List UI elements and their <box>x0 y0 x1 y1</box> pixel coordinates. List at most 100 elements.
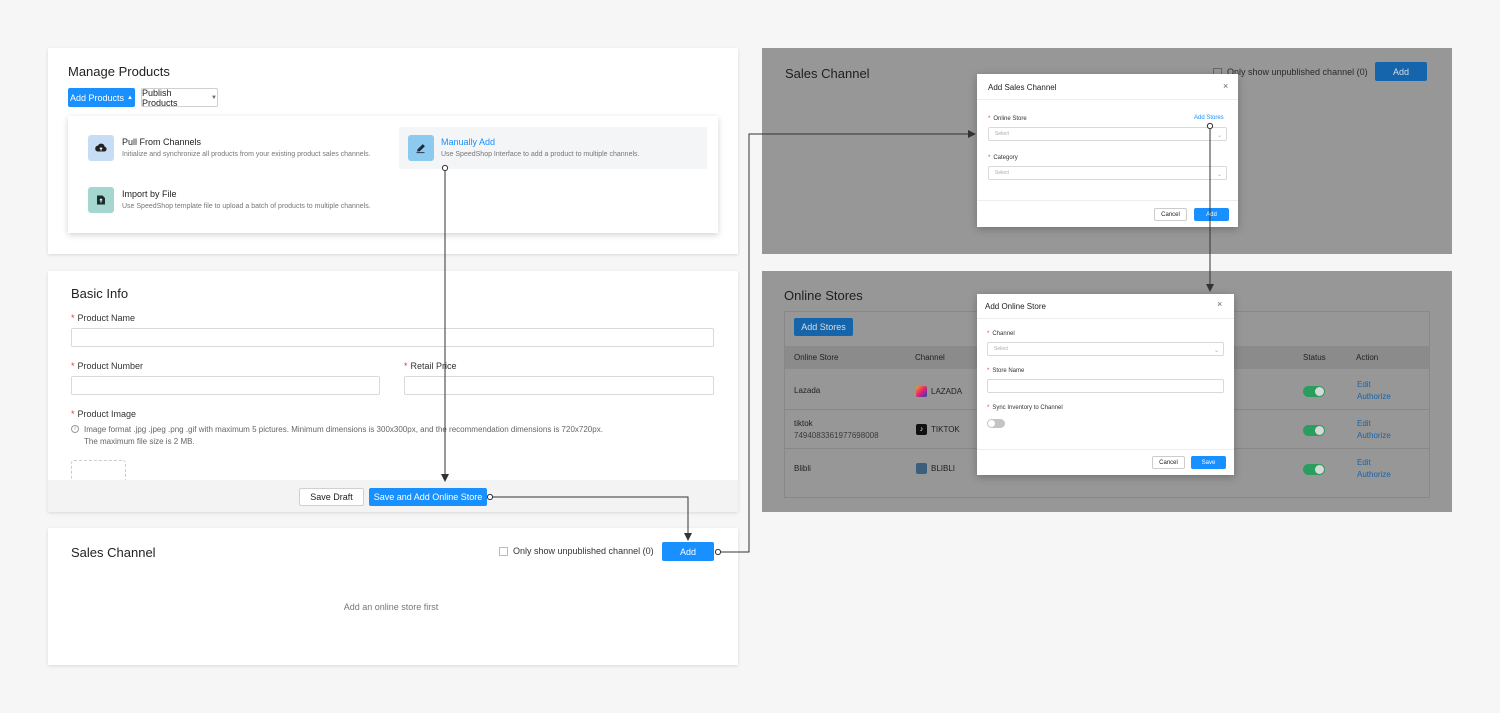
chevron-down-icon: ⌄ <box>1216 133 1222 139</box>
row3-store: Blibli <box>794 464 811 473</box>
sales-channel-card: Sales Channel Only show unpublished chan… <box>48 528 738 665</box>
caret-down-icon: ▼ <box>211 94 217 101</box>
sync-inventory-toggle[interactable] <box>987 419 1005 428</box>
image-hint-line2: The maximum file size is 2 MB. <box>84 437 195 446</box>
pen-icon <box>408 135 434 161</box>
retail-price-label-text: Retail Price <box>410 361 457 371</box>
product-number-label-text: Product Number <box>77 361 144 371</box>
manage-products-card: Manage Products Add Products ▲ Publish P… <box>48 48 738 254</box>
retail-price-label: * Retail Price <box>404 361 457 371</box>
modal-footer-divider <box>977 200 1238 201</box>
close-icon[interactable]: × <box>1223 81 1228 91</box>
sales-channel-add-button[interactable]: Add <box>662 542 714 561</box>
col-channel: Channel <box>915 353 945 362</box>
basic-info-card: Basic Info * Product Name * Product Number… <box>48 271 738 512</box>
sales-channel-title: Sales Channel <box>71 545 156 560</box>
modal-header-divider <box>977 99 1238 100</box>
modal-cancel-button[interactable]: Cancel <box>1154 208 1187 221</box>
product-number-input[interactable] <box>71 376 380 395</box>
row2-status-toggle[interactable] <box>1303 425 1325 436</box>
product-image-label-text: Product Image <box>77 409 137 419</box>
row3-edit-link[interactable]: Edit <box>1357 458 1371 467</box>
menu-item-import-by-file[interactable]: Import by File Use SpeedShop template fi… <box>76 176 386 220</box>
online-store-select[interactable]: Select ⌄ <box>988 127 1227 141</box>
chevron-down-icon: ⌄ <box>1216 172 1222 178</box>
overlay-unpublished-label: Only show unpublished channel (0) <box>1227 67 1368 77</box>
add-stores-button[interactable]: Add Stores <box>794 318 853 336</box>
publish-products-button[interactable]: Publish Products ▼ <box>141 87 218 108</box>
online-store-label: * Online Store <box>988 116 1027 122</box>
channel-select[interactable]: Select ⌄ <box>987 342 1224 356</box>
basic-info-title: Basic Info <box>71 286 129 301</box>
modal-add-button[interactable]: Add <box>1194 208 1229 221</box>
row1-channel: LAZADA <box>931 387 963 396</box>
row2-authorize-link[interactable]: Authorize <box>1357 431 1391 440</box>
row3-channel: BLIBLI <box>931 464 956 473</box>
lazada-icon <box>916 386 927 397</box>
unpublished-checkbox[interactable] <box>499 547 508 556</box>
add-products-label: Add Products <box>70 92 125 103</box>
manually-add-desc: Use SpeedShop Interface to add a product… <box>441 151 640 158</box>
product-name-input[interactable] <box>71 328 714 347</box>
caret-up-icon: ▲ <box>127 94 133 101</box>
sync-inventory-label: * Sync Inventory to Channel <box>987 405 1063 411</box>
row1-authorize-link[interactable]: Authorize <box>1357 392 1391 401</box>
row2-store: tiktok <box>794 419 813 428</box>
row3-authorize-link[interactable]: Authorize <box>1357 470 1391 479</box>
category-label: * Category <box>988 155 1018 161</box>
retail-price-input[interactable] <box>404 376 714 395</box>
online-store-label-text: Online Store <box>993 116 1027 122</box>
empty-state-text: Add an online store first <box>343 602 439 612</box>
cloud-sync-icon <box>88 135 114 161</box>
add-products-button[interactable]: Add Products ▲ <box>68 88 135 107</box>
col-status: Status <box>1303 353 1326 362</box>
category-placeholder: Select <box>995 170 1009 176</box>
manually-add-title: Manually Add <box>441 137 496 147</box>
online-stores-title: Online Stores <box>784 288 863 303</box>
add-stores-link[interactable]: Add Stores <box>1194 115 1224 121</box>
info-icon: i <box>71 425 79 433</box>
row2-store-id: 7494083361977698008 <box>794 431 879 440</box>
row1-status-toggle[interactable] <box>1303 386 1325 397</box>
add-sales-channel-modal-title: Add Sales Channel <box>988 83 1057 92</box>
overlay-add-button[interactable]: Add <box>1375 62 1427 81</box>
store-name-label-text: Store Name <box>992 368 1025 374</box>
row1-store: Lazada <box>794 386 821 395</box>
add-products-dropdown: Pull From Channels Initialize and synchr… <box>68 116 718 233</box>
save-and-add-online-store-button[interactable]: Save and Add Online Store <box>369 488 487 506</box>
category-label-text: Category <box>993 155 1018 161</box>
category-select[interactable]: Select ⌄ <box>988 166 1227 180</box>
import-by-file-desc: Use SpeedShop template file to upload a … <box>122 203 371 210</box>
online-store-placeholder: Select <box>995 131 1009 137</box>
save-draft-button[interactable]: Save Draft <box>299 488 364 506</box>
publish-products-label: Publish Products <box>142 87 178 108</box>
row2-edit-link[interactable]: Edit <box>1357 419 1371 428</box>
store-name-input[interactable] <box>987 379 1224 393</box>
blibli-icon <box>916 463 927 474</box>
chevron-down-icon: ⌄ <box>1213 348 1219 354</box>
online-store-save-button[interactable]: Save <box>1191 456 1226 469</box>
product-name-label-text: Product Name <box>77 313 136 323</box>
close-icon[interactable]: × <box>1217 299 1222 309</box>
online-store-cancel-button[interactable]: Cancel <box>1152 456 1185 469</box>
modal-footer-divider <box>977 449 1234 450</box>
modal-header-divider <box>977 318 1234 319</box>
add-online-store-modal: Add Online Store × * Channel Select ⌄ * Sto… <box>977 294 1234 475</box>
channel-placeholder: Select <box>994 346 1008 352</box>
tiktok-icon: ♪ <box>916 424 927 435</box>
menu-item-pull-from-channels[interactable]: Pull From Channels Initialize and synchr… <box>76 124 386 168</box>
menu-item-manually-add[interactable]: Manually Add Use SpeedShop Interface to … <box>399 127 707 169</box>
toggle-knob <box>988 420 995 427</box>
overlay-sales-channel-title: Sales Channel <box>785 66 870 81</box>
row3-status-toggle[interactable] <box>1303 464 1325 475</box>
channel-label-text: Channel <box>992 331 1015 337</box>
product-number-label: * Product Number <box>71 361 144 371</box>
row1-edit-link[interactable]: Edit <box>1357 380 1371 389</box>
pull-from-channels-title: Pull From Channels <box>122 137 202 147</box>
add-sales-channel-modal: Add Sales Channel × * Online Store Add St… <box>977 74 1238 227</box>
channel-label: * Channel <box>987 331 1015 337</box>
col-online-store: Online Store <box>794 353 839 362</box>
image-hint-line1: Image format .jpg .jpeg .png .gif with m… <box>84 425 603 434</box>
file-upload-icon <box>88 187 114 213</box>
unpublished-checkbox-label: Only show unpublished channel (0) <box>513 546 654 556</box>
